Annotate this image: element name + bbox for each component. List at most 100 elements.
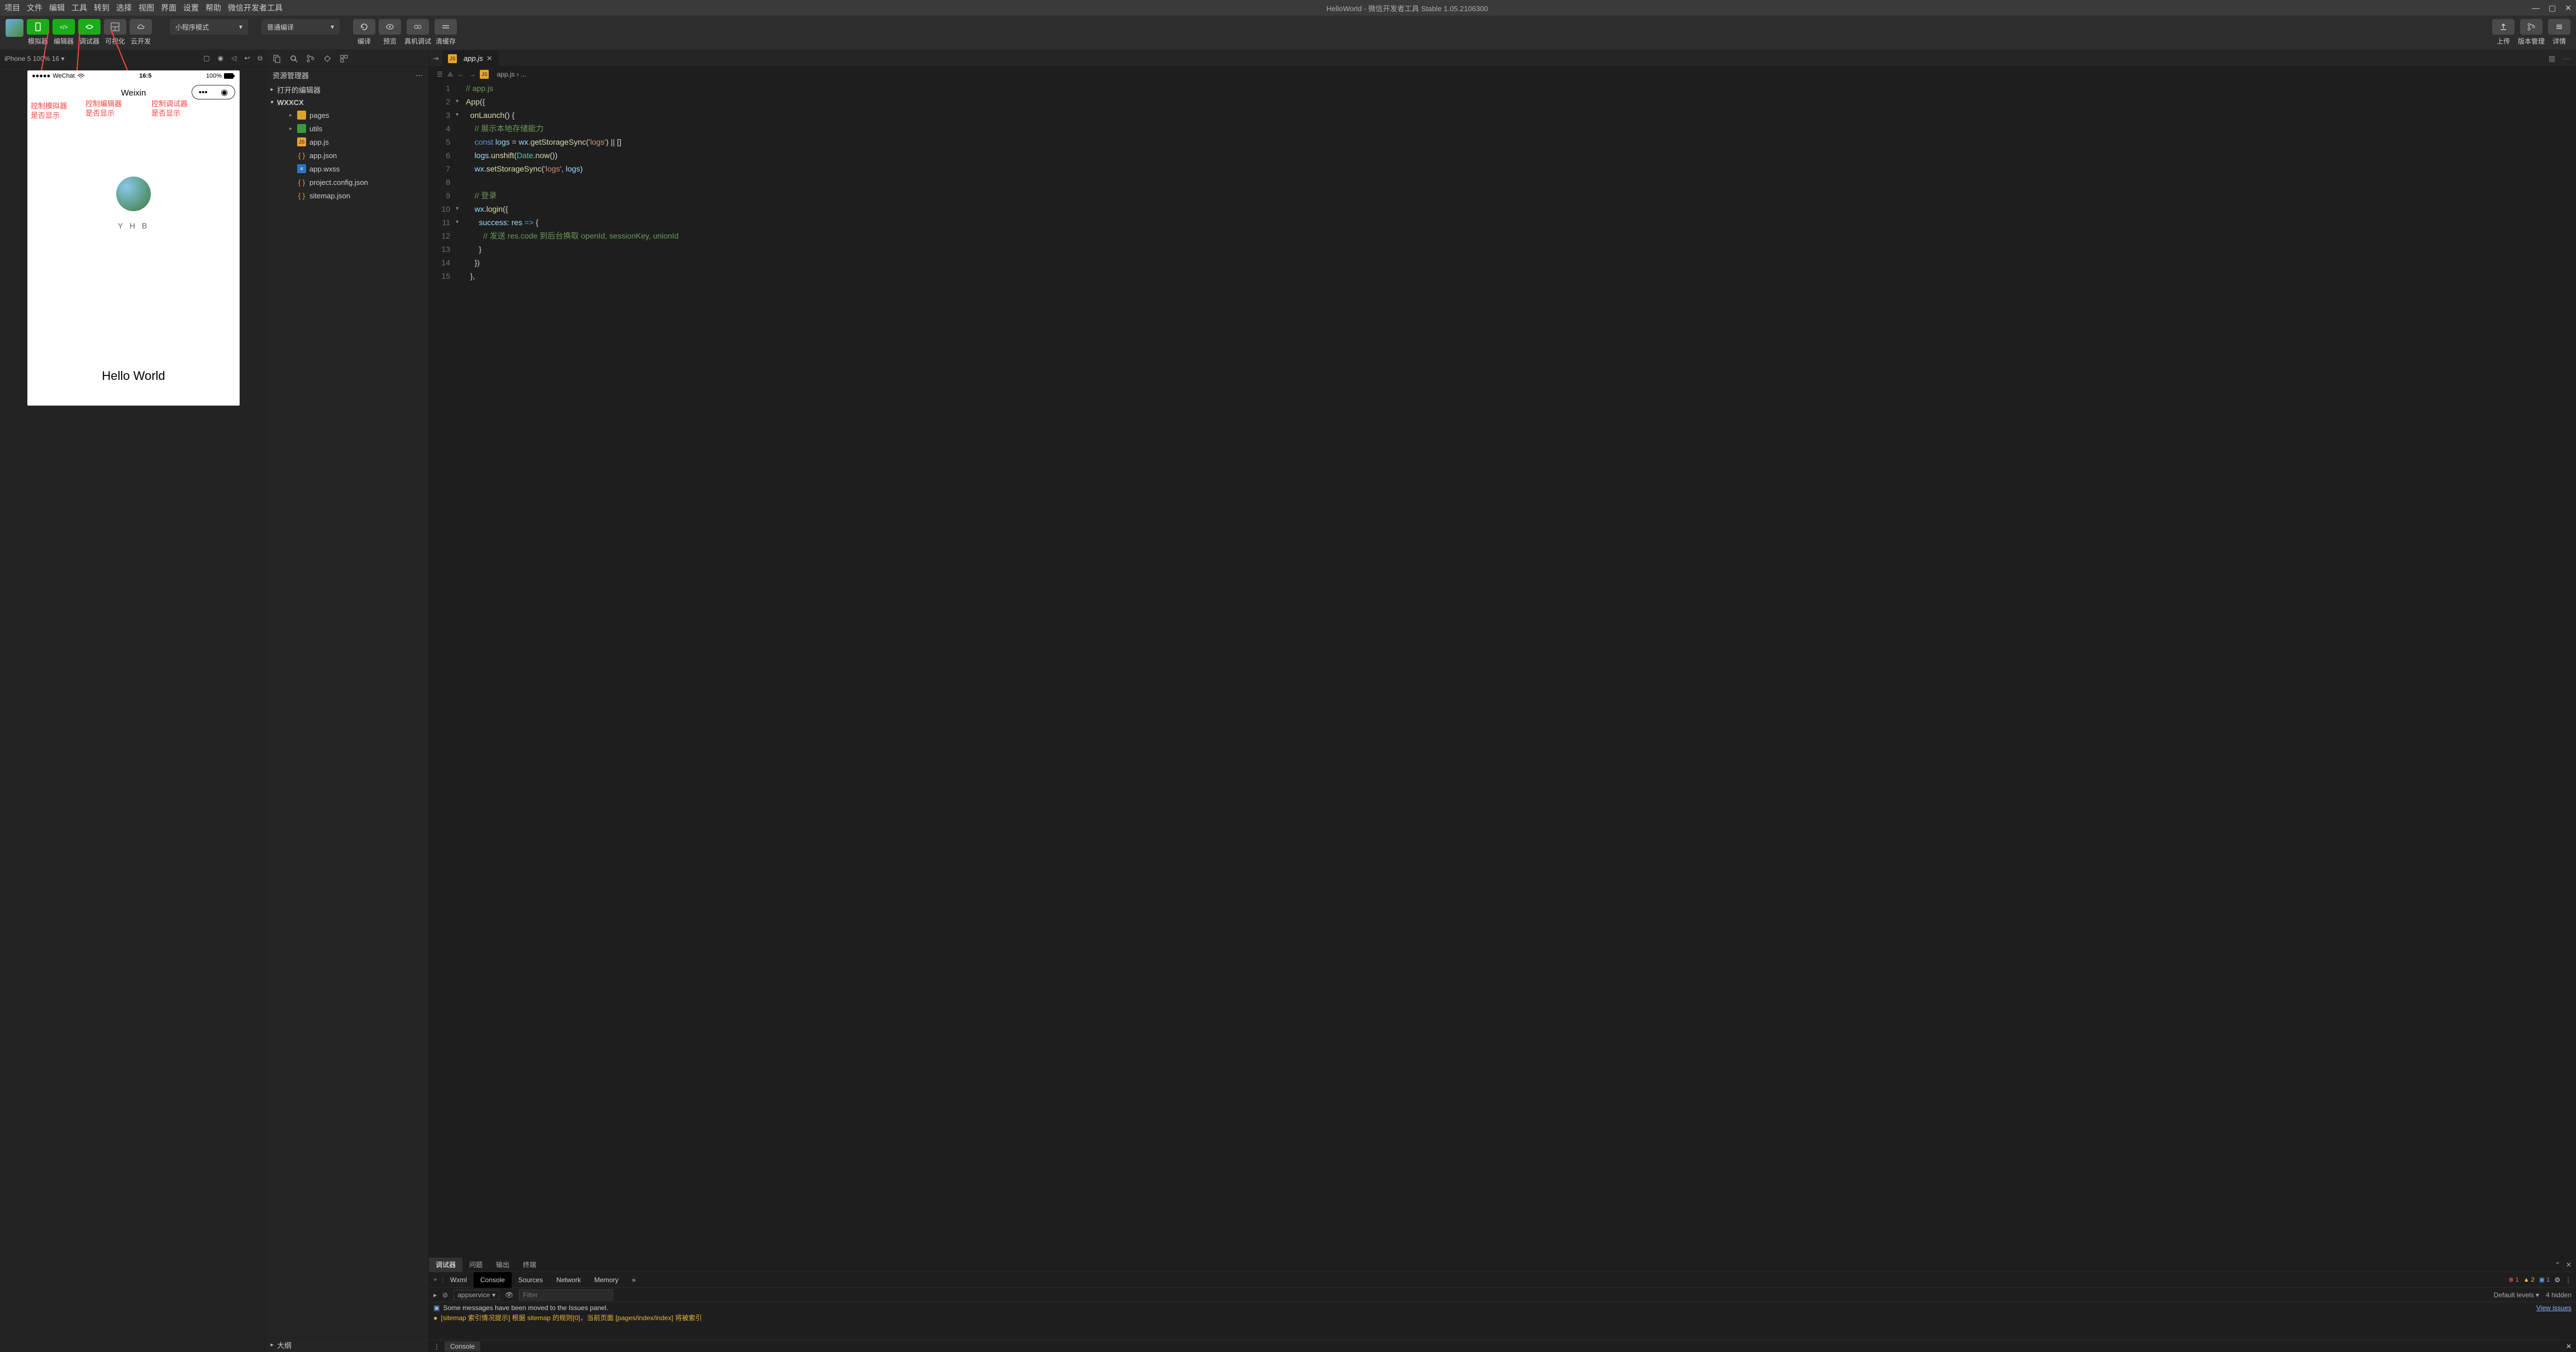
info-badge[interactable]: ▣ 1 [2539,1276,2550,1283]
sidebar-collapse-icon[interactable]: ⇥ [429,54,442,63]
user-avatar[interactable] [6,19,23,37]
levels-select[interactable]: Default levels ▾ [2494,1291,2539,1299]
capsule-button[interactable]: •••◉ [192,85,235,99]
menu-item[interactable]: 转到 [94,2,109,13]
nav-fwd-icon[interactable]: → [469,70,475,78]
compile-button[interactable] [353,19,375,35]
rotate-icon[interactable]: ▢ [203,54,209,63]
file-row[interactable]: { }project.config.json [269,175,428,189]
bookmark-icon[interactable]: ⟁ [447,70,454,79]
menu-item[interactable]: 项目 [4,2,20,13]
search-icon[interactable] [289,54,298,63]
panel-tab[interactable]: 终端 [516,1258,543,1272]
panel-collapse-icon[interactable]: ⌃ [2555,1261,2560,1269]
console-filter-input[interactable] [519,1289,613,1301]
devtools-more-icon[interactable]: » [625,1272,642,1288]
explorer-more-icon[interactable]: ··· [416,71,423,79]
files-icon[interactable] [273,54,282,63]
console-msg: [sitemap 索引情况提示] 根据 sitemap 的规则[0]，当前页面 … [441,1313,702,1322]
maximize-button[interactable]: ▢ [2549,3,2556,13]
code-editor[interactable]: 123456789101112131415 ▾▾▾▾ // app.jsApp(… [429,82,2576,1257]
git-icon[interactable] [306,54,315,63]
clear-button[interactable] [435,19,457,35]
record-icon[interactable]: ◉ [218,54,223,63]
open-editors-section[interactable]: ▸打开的编辑器 [267,83,428,97]
hidden-count: 4 hidden [2546,1291,2572,1299]
file-icon: JS [297,137,306,146]
panel-tab[interactable]: 输出 [489,1258,516,1272]
devtools-tab[interactable]: Memory [588,1272,625,1288]
mode-select[interactable]: 小程序模式▾ [170,19,248,35]
list-icon[interactable]: ☰ [437,70,443,78]
editor-more-icon[interactable]: ··· [2563,54,2570,63]
panel-tab[interactable]: 问题 [462,1258,489,1272]
profile-avatar [116,177,151,211]
kebab-icon[interactable]: ⋮ [2565,1276,2572,1284]
warn-badge[interactable]: ▲ 2 [2523,1277,2535,1283]
phone-preview: ●●●●● WeChat 16:5 100% Weixin •••◉ Y H B… [27,70,240,406]
mute-icon[interactable]: ◁ [231,54,236,63]
gear-icon[interactable]: ⚙ [2554,1276,2560,1284]
drawer-menu-icon[interactable]: ⋮ [433,1343,440,1350]
menu-item[interactable]: 选择 [116,2,132,13]
extensions-icon[interactable] [340,54,349,63]
debugger-toggle[interactable] [78,19,101,35]
menu-item[interactable]: 微信开发者工具 [228,2,283,13]
devtools-tab[interactable]: Console [474,1272,512,1288]
toolbar: 模拟器 </>编辑器 调试器 可视化 云开发 小程序模式▾ 普通编译▾ 编译 预… [0,16,2576,50]
error-badge[interactable]: ⊗ 1 [2508,1276,2518,1283]
nav-back-icon[interactable]: ← [457,70,464,78]
back-icon[interactable]: ↩ [244,54,250,63]
editor-toggle[interactable]: </> [53,19,75,35]
devtools-tab[interactable]: Wxml [443,1272,474,1288]
devtools-tab[interactable]: Network [550,1272,588,1288]
folder-row[interactable]: ▸utils [269,122,428,135]
menu-item[interactable]: 工具 [71,2,87,13]
folder-row[interactable]: ▸pages [269,108,428,122]
split-editor-icon[interactable]: ▥ [2549,54,2555,63]
menu-item[interactable]: 界面 [161,2,176,13]
page-title: Weixin [121,88,146,98]
dock-icon[interactable]: ⧉ [257,54,263,63]
file-row[interactable]: JSapp.js [269,135,428,149]
menu-item[interactable]: 文件 [27,2,42,13]
compile-select[interactable]: 普通编译▾ [261,19,340,35]
console-clear-icon[interactable]: ⊘ [442,1291,448,1299]
cloud-toggle[interactable] [130,19,152,35]
debug-icon[interactable] [323,54,332,63]
close-button[interactable]: ✕ [2565,3,2572,13]
editor-tab[interactable]: JS app.js ✕ [442,50,498,67]
file-row[interactable]: ≡app.wxss [269,162,428,175]
simulator-toggle[interactable] [27,19,49,35]
outline-section[interactable]: ▸大纲 [267,1338,428,1352]
file-row[interactable]: { }app.json [269,149,428,162]
console-run-icon[interactable]: ▸ [433,1291,437,1299]
drawer-console-tab[interactable]: Console [445,1341,480,1351]
context-select[interactable]: appservice▾ [454,1290,499,1300]
menu-item[interactable]: 编辑 [49,2,65,13]
details-button[interactable] [2548,19,2570,35]
view-issues-link[interactable]: View issues [2536,1304,2572,1312]
drawer-close-icon[interactable]: ✕ [2566,1343,2572,1350]
project-section[interactable]: ▾WXXCX [267,97,428,108]
panel-tab[interactable]: 调试器 [429,1258,462,1272]
inspect-icon[interactable]: ⌖ [429,1275,442,1284]
panel-close-icon[interactable]: ✕ [2566,1261,2572,1269]
menu-item[interactable]: 帮助 [206,2,221,13]
breadcrumb[interactable]: app.js › ... [497,70,526,78]
window-title: HelloWorld - 微信开发者工具 Stable 1.05.2106300 [283,3,2532,13]
remote-button[interactable] [407,19,429,35]
devtools-tab[interactable]: Sources [512,1272,550,1288]
file-row[interactable]: { }sitemap.json [269,189,428,202]
status-time: 16:5 [85,73,206,79]
preview-button[interactable] [379,19,401,35]
version-button[interactable] [2520,19,2542,35]
device-select[interactable]: iPhone 5 100% 16 ▾ [4,55,195,63]
tab-close-icon[interactable]: ✕ [486,54,493,63]
minimize-button[interactable]: — [2532,3,2540,13]
menu-item[interactable]: 设置 [183,2,199,13]
menu-item[interactable]: 视图 [139,2,154,13]
upload-button[interactable] [2492,19,2515,35]
visualizer-toggle[interactable] [104,19,126,35]
eye-icon[interactable]: 👁 [505,1291,513,1299]
